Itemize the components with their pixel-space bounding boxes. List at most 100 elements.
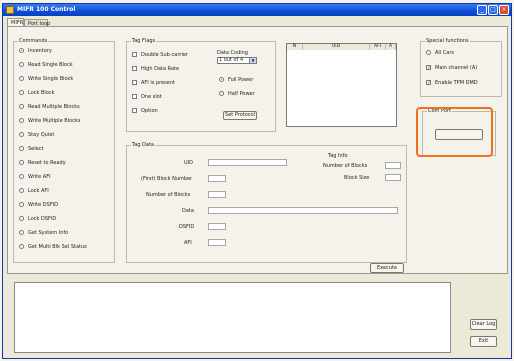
close-button[interactable]: × [499, 5, 509, 15]
command-radio-2[interactable]: Write Single Block [19, 75, 73, 82]
title-bar[interactable]: MIFR 100 Control _ □ × [3, 4, 511, 16]
dsfid-field[interactable] [208, 223, 226, 230]
special-option-2[interactable]: ✓ Enable TPM DMD [426, 79, 478, 86]
radio-button[interactable] [19, 188, 24, 193]
uid-field[interactable] [208, 159, 287, 166]
power-radio-1[interactable]: Half Power [219, 90, 255, 97]
special-option-0[interactable]: All Cars [426, 49, 454, 56]
afi-label: AFI [184, 240, 192, 246]
tag-list-header-n: N [287, 44, 303, 50]
num-blocks-info-field [385, 162, 401, 169]
radio-button[interactable] [219, 77, 224, 82]
tag-flags-group: Tag Flags Double Sub-carrier High Data Ra… [126, 38, 276, 132]
command-radio-11[interactable]: Write DSFID [19, 201, 58, 208]
tag-flags-title: Tag Flags [131, 38, 157, 44]
command-radio-12[interactable]: Lock DSFID [19, 215, 56, 222]
command-radio-1[interactable]: Read Single Block [19, 61, 73, 68]
set-protocol-button[interactable]: Set Protocol [223, 111, 257, 120]
flag-checkbox-4[interactable]: Option [132, 107, 158, 114]
tag-data-title: Tag Data [131, 142, 155, 148]
tag-list-header-uid: UID [303, 44, 370, 50]
flag-checkbox-4-label: Option [141, 107, 158, 114]
tag-data-group: Tag Data UID (First) Block Number Number… [126, 142, 407, 263]
radio-button[interactable] [19, 48, 24, 53]
checkbox[interactable]: ✓ [426, 80, 431, 86]
data-coding-select[interactable]: 1 out of 4 ▼ [217, 57, 257, 64]
afi-field[interactable] [208, 239, 226, 246]
radio-button[interactable] [19, 160, 24, 165]
tag-list[interactable]: N UID AFI A [286, 43, 397, 127]
special-option-2-label: Enable TPM DMD [435, 79, 478, 86]
radio-button[interactable] [426, 50, 431, 55]
command-radio-4[interactable]: Read Multiple Blocks [19, 103, 80, 110]
data-field[interactable] [208, 207, 398, 214]
commands-title: Commands [18, 38, 49, 44]
special-functions-title: Special functions [425, 38, 470, 44]
first-block-field[interactable] [208, 175, 226, 182]
checkbox[interactable]: ✓ [426, 65, 431, 71]
command-radio-5-label: Write Multiple Blocks [28, 117, 81, 124]
radio-button[interactable] [19, 104, 24, 109]
checkbox[interactable] [132, 80, 137, 85]
command-radio-8[interactable]: Reset to Ready [19, 159, 66, 166]
radio-button[interactable] [19, 244, 24, 249]
minimize-button[interactable]: _ [477, 5, 487, 15]
command-radio-6[interactable]: Stay Quiet [19, 131, 54, 138]
radio-button[interactable] [19, 230, 24, 235]
command-radio-13[interactable]: Get System Info [19, 229, 68, 236]
radio-button[interactable] [19, 118, 24, 123]
flag-checkbox-0-label: Double Sub-carrier [141, 51, 188, 58]
special-option-1[interactable]: ✓ Main channel (A) [426, 64, 477, 71]
command-radio-6-label: Stay Quiet [28, 131, 55, 138]
checkbox[interactable] [132, 108, 137, 113]
command-radio-5[interactable]: Write Multiple Blocks [19, 117, 80, 124]
radio-button[interactable] [19, 174, 24, 179]
radio-button[interactable] [19, 90, 24, 95]
command-radio-3[interactable]: Lock Block [19, 89, 55, 96]
checkbox[interactable] [132, 94, 137, 99]
num-blocks-label: Number of Blocks [146, 192, 191, 198]
radio-button[interactable] [19, 62, 24, 67]
special-option-0-label: All Cars [435, 49, 455, 56]
power-radio-0[interactable]: Full Power [219, 76, 253, 83]
execute-button[interactable]: Execute [370, 263, 404, 273]
com-port-highlight [416, 107, 493, 157]
window-title: MIFR 100 Control [17, 6, 76, 13]
flag-checkbox-0[interactable]: Double Sub-carrier [132, 51, 188, 58]
data-coding-value: 1 out of 4 [219, 57, 244, 63]
command-radio-14-label: Get Multi Blk Sel Status [28, 243, 87, 250]
command-radio-14[interactable]: Get Multi Blk Sel Status [19, 243, 87, 250]
command-radio-3-label: Lock Block [28, 89, 55, 96]
flag-checkbox-2[interactable]: AFI is present [132, 79, 175, 86]
radio-button[interactable] [19, 76, 24, 81]
block-size-field [385, 174, 401, 181]
radio-button[interactable] [19, 146, 24, 151]
radio-button[interactable] [19, 216, 24, 221]
command-radio-9[interactable]: Write AFI [19, 173, 51, 180]
clear-log-button[interactable]: Clear Log [470, 319, 497, 330]
command-radio-10[interactable]: Lock AFI [19, 187, 49, 194]
tag-info-label: Tag Info [328, 153, 348, 159]
command-radio-4-label: Read Multiple Blocks [28, 103, 80, 110]
radio-button[interactable] [19, 202, 24, 207]
maximize-button[interactable]: □ [488, 5, 498, 15]
flag-checkbox-3-label: One slot [141, 93, 162, 100]
flag-checkbox-1[interactable]: High Data Rate [132, 65, 179, 72]
log-area[interactable] [14, 282, 451, 353]
radio-button[interactable] [219, 91, 224, 96]
exit-button[interactable]: Exit [470, 336, 497, 347]
command-radio-7[interactable]: Select [19, 145, 43, 152]
main-window: MIFR 100 Control _ □ × MIFR Port loop Co… [2, 3, 512, 359]
command-radio-1-label: Read Single Block [28, 61, 73, 68]
radio-button[interactable] [19, 132, 24, 137]
command-radio-0[interactable]: Inventory [19, 47, 52, 54]
checkbox[interactable] [132, 66, 137, 71]
checkbox[interactable] [132, 52, 137, 57]
num-blocks-field[interactable] [208, 191, 226, 198]
flag-checkbox-1-label: High Data Rate [141, 65, 180, 72]
uid-label: UID [184, 160, 193, 166]
command-radio-9-label: Write AFI [28, 173, 51, 180]
flag-checkbox-3[interactable]: One slot [132, 93, 162, 100]
num-blocks-info-label: Number of Blocks [323, 163, 368, 169]
command-radio-0-label: Inventory [28, 47, 52, 54]
